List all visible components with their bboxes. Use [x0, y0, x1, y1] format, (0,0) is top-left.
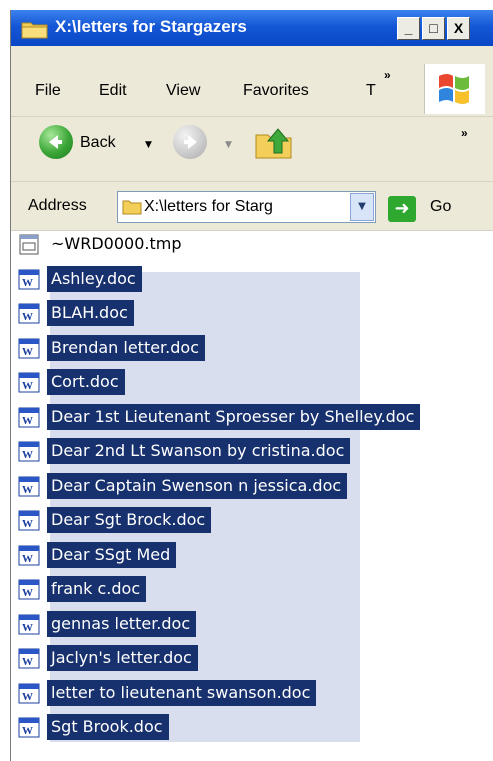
word-doc-icon: W [18, 303, 40, 324]
window-title: X:\letters for Stargazers [55, 17, 247, 36]
menu-tools[interactable]: T [366, 82, 376, 100]
folder-icon [21, 22, 48, 39]
svg-text:W: W [22, 346, 33, 358]
file-name: Dear Sgt Brock.doc [47, 507, 212, 533]
windows-flag-icon [439, 74, 469, 104]
word-doc-icon: W [18, 441, 40, 462]
forward-arrow-icon[interactable] [173, 125, 207, 159]
svg-text:W: W [22, 415, 33, 427]
word-doc-icon: W [18, 648, 40, 669]
svg-text:W: W [22, 553, 33, 565]
menu-file[interactable]: File [35, 82, 61, 100]
forward-dropdown-icon[interactable]: ▼ [225, 140, 232, 150]
title-bar[interactable]: X:\letters for Stargazers _ □ X [11, 10, 493, 46]
svg-text:W: W [22, 622, 33, 634]
file-name: ~WRD0000.tmp [51, 234, 182, 253]
svg-text:W: W [22, 311, 33, 323]
file-name: Dear SSgt Med [47, 541, 177, 568]
windows-logo [424, 64, 485, 114]
back-arrow-icon[interactable] [39, 125, 73, 159]
svg-text:W: W [22, 656, 33, 668]
file-name: Ashley.doc [47, 265, 142, 292]
word-doc-icon: W [18, 338, 40, 358]
word-doc-icon: W [18, 614, 40, 634]
file-name: Dear 2nd Lt Swanson by cristina.doc [47, 438, 351, 464]
close-button[interactable]: X [447, 17, 470, 40]
word-doc-icon: W [18, 372, 40, 393]
address-value[interactable]: X:\letters for Starg [144, 198, 349, 216]
menu-overflow-chevron-icon[interactable]: » [384, 68, 391, 82]
word-doc-icon: W [18, 510, 40, 531]
toolbar-overflow-chevron-icon[interactable]: » [461, 126, 468, 140]
file-name: letter to lieutenant swanson.doc [47, 679, 317, 706]
address-folder-icon [122, 200, 142, 215]
word-doc-icon: W [18, 407, 40, 427]
back-button[interactable]: Back [80, 134, 116, 152]
minimize-button[interactable]: _ [397, 17, 420, 40]
menu-favorites[interactable]: Favorites [243, 82, 309, 100]
go-arrow-icon[interactable]: ➜ [388, 196, 416, 222]
go-button[interactable]: Go [430, 198, 451, 216]
back-dropdown-icon[interactable]: ▼ [145, 140, 152, 150]
tmp-file-icon [19, 234, 39, 255]
word-doc-icon: W [18, 683, 40, 703]
svg-text:W: W [22, 725, 33, 737]
svg-text:W: W [22, 449, 33, 461]
file-name: Sgt Brook.doc [47, 714, 169, 740]
explorer-window: X:\letters for Stargazers _ □ X File Edi… [10, 10, 493, 761]
file-name: Dear Captain Swenson n jessica.doc [47, 472, 348, 499]
svg-text:W: W [22, 587, 33, 599]
menu-view[interactable]: View [166, 82, 200, 100]
svg-text:W: W [22, 518, 33, 530]
word-doc-icon: W [18, 545, 40, 565]
file-name: frank c.doc [47, 576, 147, 602]
word-doc-icon: W [18, 579, 40, 600]
file-name: BLAH.doc [47, 300, 134, 326]
svg-text:W: W [22, 484, 33, 496]
maximize-button[interactable]: □ [422, 17, 445, 40]
svg-text:W: W [22, 277, 33, 289]
file-name: Jaclyn's letter.doc [47, 645, 198, 671]
svg-text:W: W [22, 380, 33, 392]
address-label: Address [28, 197, 87, 214]
svg-text:W: W [22, 691, 33, 703]
file-name: Cort.doc [47, 369, 125, 395]
word-doc-icon: W [18, 717, 40, 738]
file-name: gennas letter.doc [47, 610, 197, 637]
word-doc-icon: W [18, 476, 40, 496]
up-folder-icon[interactable] [254, 123, 296, 161]
menu-edit[interactable]: Edit [99, 82, 127, 100]
word-doc-icon: W [18, 269, 40, 289]
address-dropdown-icon[interactable]: ▼ [350, 193, 374, 221]
file-name: Brendan letter.doc [47, 334, 205, 361]
file-name: Dear 1st Lieutenant Sproesser by Shelley… [47, 403, 421, 430]
